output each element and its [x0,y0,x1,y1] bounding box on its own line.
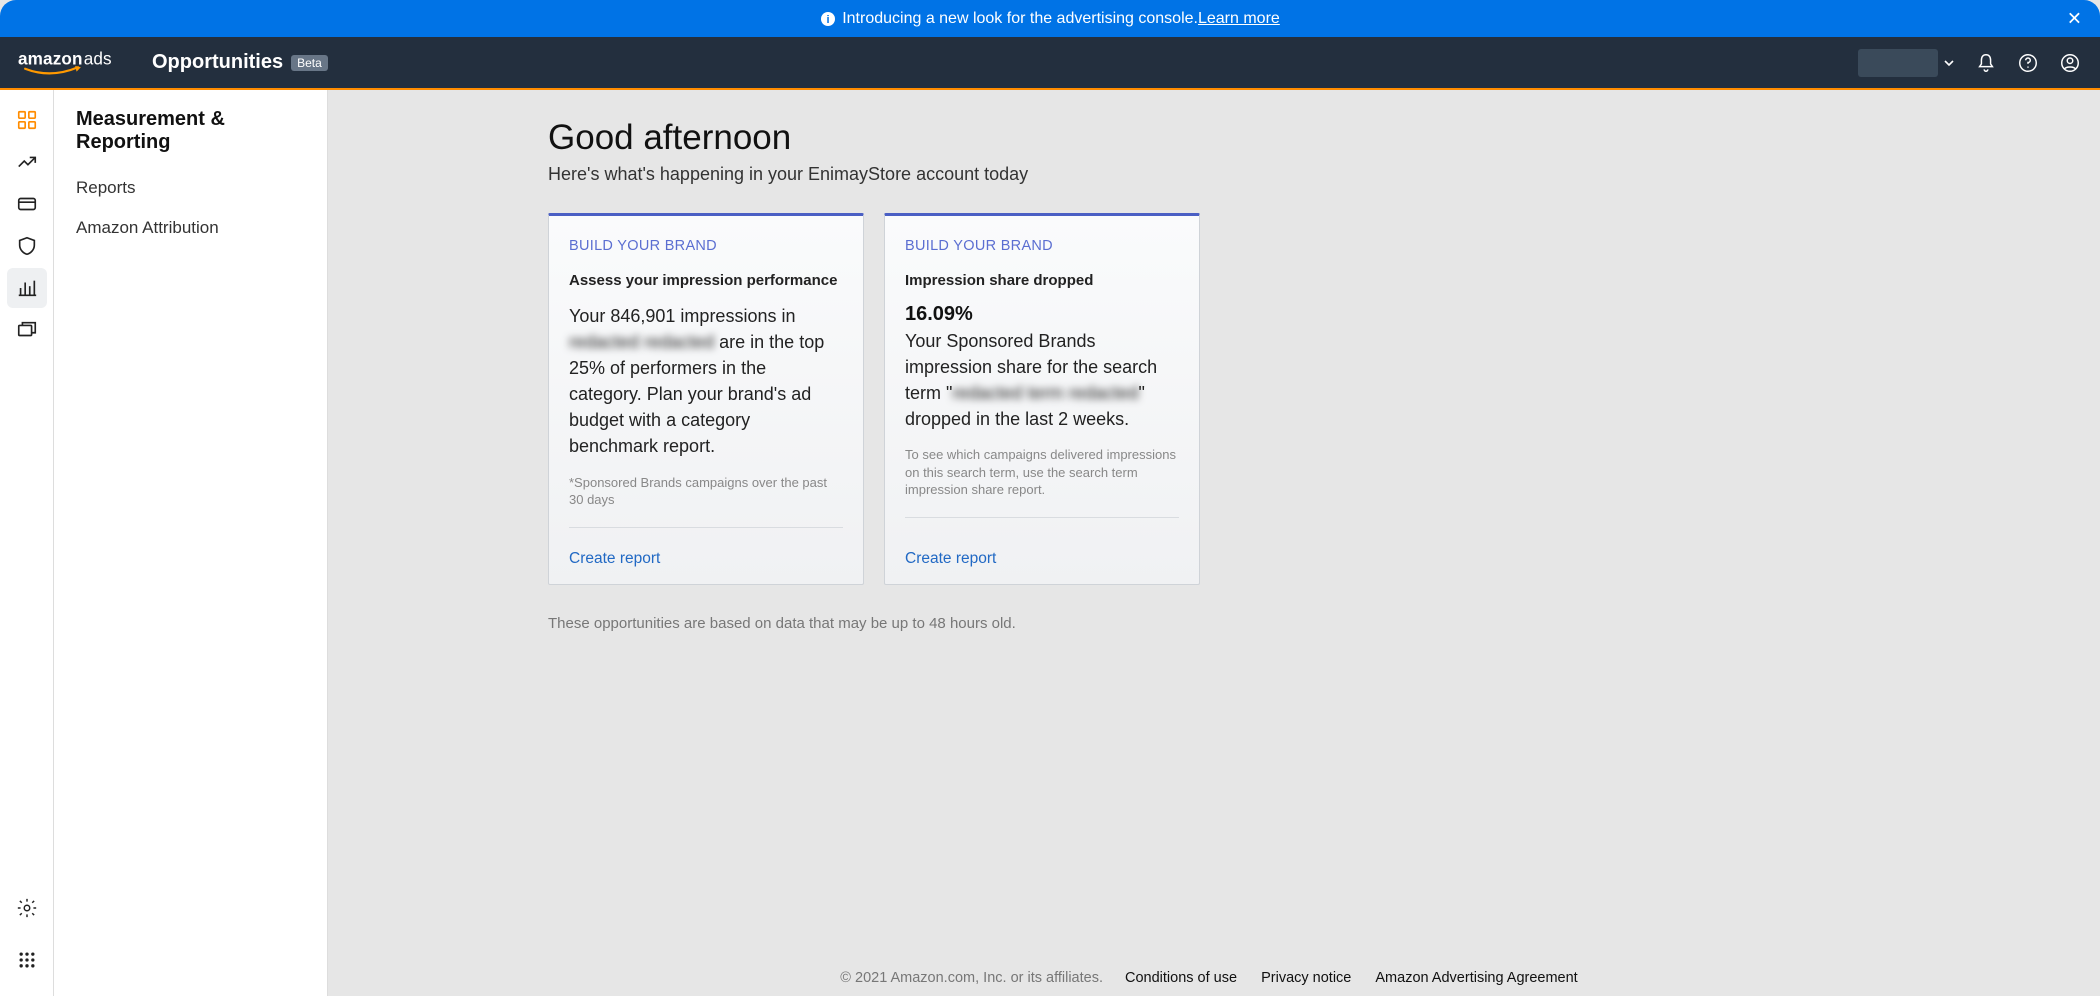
announcement-banner: i Introducing a new look for the adverti… [0,0,2100,37]
top-nav: amazon ads Opportunities Beta [0,37,2100,90]
nav-security-icon[interactable] [7,226,47,266]
card-eyebrow: BUILD YOUR BRAND [905,238,1179,254]
nav-dashboard-icon[interactable] [7,100,47,140]
divider [905,517,1179,518]
sub-nav: Measurement & Reporting Reports Amazon A… [54,90,328,996]
card-title: Impression share dropped [905,272,1179,289]
opportunity-card-impression-share: BUILD YOUR BRAND Impression share droppe… [884,213,1200,585]
footer-link-privacy[interactable]: Privacy notice [1261,970,1351,986]
footer-link-conditions[interactable]: Conditions of use [1125,970,1237,986]
close-icon[interactable]: ✕ [2067,8,2082,29]
copyright-text: © 2021 Amazon.com, Inc. or its affiliate… [840,970,1103,986]
banner-text: Introducing a new look for the advertisi… [842,10,1198,28]
subnav-header: Measurement & Reporting [54,102,327,168]
subnav-item-reports[interactable]: Reports [54,168,327,208]
banner-learn-more-link[interactable]: Learn more [1198,10,1280,28]
account-name-redacted [1858,49,1938,77]
greeting-subtitle: Here's what's happening in your EnimaySt… [548,164,1840,185]
card-eyebrow: BUILD YOUR BRAND [569,238,843,254]
page-footer: © 2021 Amazon.com, Inc. or its affiliate… [328,970,2100,986]
svg-text:ads: ads [84,48,112,68]
account-switcher[interactable] [1858,49,1956,77]
card-metric: 16.09% [905,303,1179,326]
greeting-title: Good afternoon [548,118,1840,158]
beta-badge: Beta [291,55,328,71]
profile-icon[interactable] [2058,51,2082,75]
card-body-text: Your 846,901 impressions in [569,306,795,326]
nav-trend-icon[interactable] [7,142,47,182]
svg-text:i: i [827,14,830,26]
card-footnote: To see which campaigns delivered impress… [905,446,1179,499]
create-report-link[interactable]: Create report [905,538,1179,568]
nav-reports-icon[interactable] [7,268,47,308]
footer-link-agreement[interactable]: Amazon Advertising Agreement [1375,970,1577,986]
data-freshness-note: These opportunities are based on data th… [548,615,1840,632]
redacted-text: redacted term [952,383,1063,403]
create-report-link[interactable]: Create report [569,538,843,568]
card-body: Your Sponsored Brands impression share f… [905,328,1179,432]
card-title: Assess your impression performance [569,272,843,289]
redacted-text: redacted [1068,383,1138,403]
card-body: Your 846,901 impressions in redacted red… [569,303,843,460]
svg-text:amazon: amazon [18,48,83,68]
card-footnote: *Sponsored Brands campaigns over the pas… [569,474,843,509]
divider [569,527,843,528]
apps-grid-icon[interactable] [7,940,47,980]
help-icon[interactable] [2016,51,2040,75]
brand-logo[interactable]: amazon ads [18,47,118,79]
redacted-text: redacted [569,332,639,352]
chevron-down-icon [1942,56,1956,70]
nav-billing-icon[interactable] [7,184,47,224]
main-content: Good afternoon Here's what's happening i… [328,90,2100,996]
opportunity-card-impression-performance: BUILD YOUR BRAND Assess your impression … [548,213,864,585]
page-section-label: Opportunities [152,51,283,74]
notifications-icon[interactable] [1974,51,1998,75]
left-icon-rail [0,90,54,996]
info-icon: i [820,11,836,27]
subnav-item-attribution[interactable]: Amazon Attribution [54,208,327,248]
settings-icon[interactable] [7,888,47,928]
redacted-text: redacted [644,332,714,352]
nav-library-icon[interactable] [7,310,47,350]
